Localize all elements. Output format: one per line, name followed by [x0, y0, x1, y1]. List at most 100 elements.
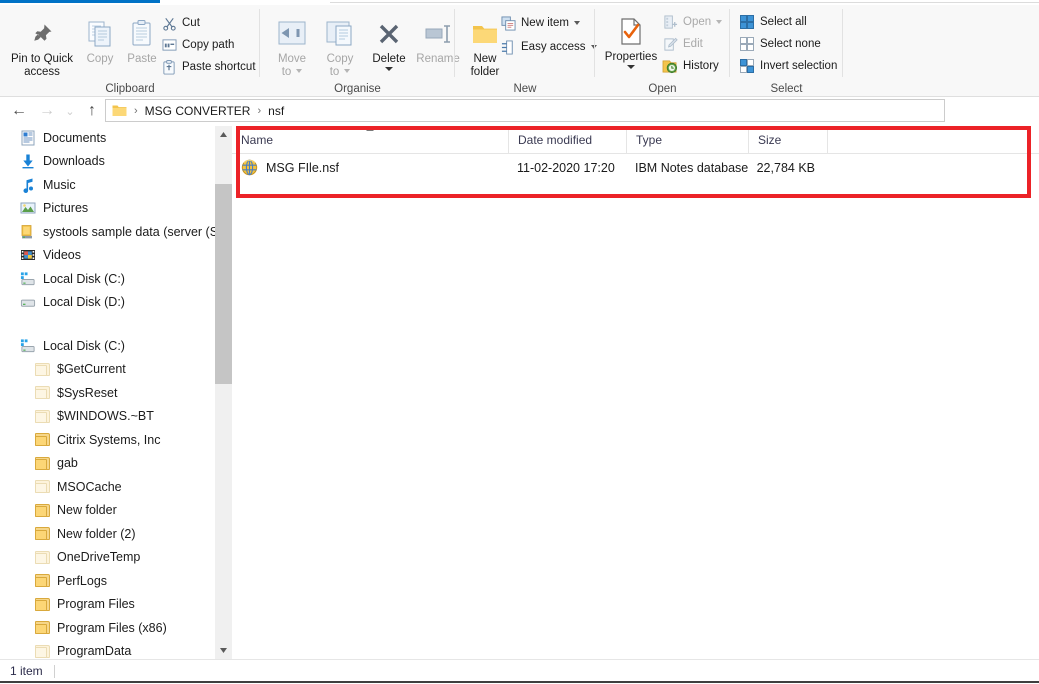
- sidebar-item-new-folder[interactable]: New folder: [0, 499, 215, 523]
- column-header-row[interactable]: Name Date modified Type Size: [232, 126, 1039, 154]
- breadcrumb-item-1[interactable]: nsf: [266, 104, 286, 118]
- paste-label: Paste: [127, 53, 157, 65]
- properties-label: Properties: [604, 51, 658, 63]
- scroll-down-arrow-icon[interactable]: [215, 642, 232, 659]
- folder-pale-icon: [34, 361, 50, 377]
- column-header-size[interactable]: Size: [748, 126, 827, 154]
- copy-path-button[interactable]: Copy path: [160, 37, 234, 53]
- easy-access-button[interactable]: Easy access: [499, 39, 597, 55]
- sidebar-item-programdata[interactable]: ProgramData: [0, 640, 215, 660]
- breadcrumb-item-0[interactable]: MSG CONVERTER: [143, 104, 253, 118]
- status-divider: [54, 665, 55, 678]
- column-header-date-modified[interactable]: Date modified: [508, 126, 626, 154]
- select-none-button[interactable]: Select none: [738, 36, 821, 52]
- easy-access-label: Easy access: [521, 41, 586, 53]
- folder-pale-icon: [34, 385, 50, 401]
- sidebar-item-pictures[interactable]: Pictures: [0, 197, 215, 221]
- file-name-label: MSG FIle.nsf: [266, 160, 339, 175]
- folder-pale-icon: [34, 408, 50, 424]
- select-all-button[interactable]: Select all: [738, 14, 807, 30]
- new-item-caret-icon[interactable]: [573, 21, 580, 25]
- sidebar-item-local-disk-d[interactable]: Local Disk (D:): [0, 291, 215, 315]
- forward-button[interactable]: →: [37, 101, 57, 121]
- file-row[interactable]: MSG FIle.nsf 11-02-2020 17:20 IBM Notes da…: [232, 154, 1039, 181]
- pin-to-quick-access-button[interactable]: Pin to Quick access: [8, 17, 76, 78]
- delete-dropdown-caret[interactable]: [385, 66, 393, 71]
- sidebar-item-onedrivetemp[interactable]: OneDriveTemp: [0, 546, 215, 570]
- sidebar-item-gab[interactable]: gab: [0, 452, 215, 476]
- tab-home-active-indicator[interactable]: [0, 0, 160, 3]
- new-item-button[interactable]: New item: [499, 15, 580, 31]
- file-name-cell[interactable]: MSG FIle.nsf: [241, 154, 339, 181]
- file-rows-container[interactable]: MSG FIle.nsf 11-02-2020 17:20 IBM Notes da…: [232, 154, 1039, 181]
- copy-to-icon: [324, 17, 356, 51]
- ribbon-group-clipboard: Pin to Quick access Copy Paste Cut Copy …: [0, 5, 260, 97]
- file-type-cell: IBM Notes database: [635, 154, 748, 181]
- back-button[interactable]: ←: [9, 101, 29, 121]
- select-all-icon: [738, 14, 756, 30]
- select-all-label: Select all: [760, 16, 807, 28]
- sidebar-item-label: New folder: [57, 503, 117, 518]
- nsf-database-icon: [241, 159, 258, 176]
- invert-selection-icon: [738, 58, 756, 74]
- column-header-type[interactable]: Type: [626, 126, 748, 154]
- sidebar-item-systools-sample-data-server-st[interactable]: systools sample data (server (ST: [0, 220, 215, 244]
- navigation-pane[interactable]: Documents Downloads Music Pictures systools …: [0, 126, 215, 659]
- open-button[interactable]: Open: [661, 14, 723, 30]
- up-button[interactable]: ↑: [82, 101, 102, 121]
- sidebar-item-msocache[interactable]: MSOCache: [0, 475, 215, 499]
- sidebar-item-program-files[interactable]: Program Files: [0, 593, 215, 617]
- folder-icon: [34, 432, 50, 448]
- scroll-up-arrow-icon[interactable]: [215, 126, 232, 143]
- column-header-name[interactable]: Name: [232, 126, 508, 154]
- sidebar-item-label: Local Disk (C:): [43, 338, 125, 353]
- item-count-label: 1 item: [10, 664, 43, 678]
- sidebar-item-citrix-systems-inc[interactable]: Citrix Systems, Inc: [0, 428, 215, 452]
- ribbon-group-open: Properties Open Edit History Open: [595, 5, 730, 97]
- edit-button[interactable]: Edit: [661, 36, 703, 52]
- navigation-pane-scrollbar[interactable]: [215, 126, 232, 659]
- sidebar-item-music[interactable]: Music: [0, 173, 215, 197]
- system-drive-icon: [20, 338, 36, 354]
- recent-locations-button[interactable]: ⌄: [60, 101, 80, 121]
- column-header-label: Type: [636, 133, 663, 147]
- sidebar-item-videos[interactable]: Videos: [0, 244, 215, 268]
- scissors-icon: [160, 15, 178, 31]
- drive-icon: [20, 294, 36, 310]
- sidebar-item-program-files-x86[interactable]: Program Files (x86): [0, 616, 215, 640]
- properties-button[interactable]: Properties: [600, 15, 662, 69]
- sidebar-item-windows-bt[interactable]: $WINDOWS.~BT: [0, 405, 215, 429]
- properties-dropdown-caret[interactable]: [627, 64, 635, 69]
- sidebar-item-downloads[interactable]: Downloads: [0, 150, 215, 174]
- sidebar-item-perflogs[interactable]: PerfLogs: [0, 569, 215, 593]
- paste-shortcut-button[interactable]: Paste shortcut: [160, 59, 256, 75]
- new-folder-icon: [471, 17, 499, 51]
- sidebar-item-label: $WINDOWS.~BT: [57, 409, 154, 424]
- invert-selection-button[interactable]: Invert selection: [738, 58, 837, 74]
- history-icon: [661, 58, 679, 74]
- sidebar-item-local-disk-c[interactable]: Local Disk (C:): [0, 334, 215, 358]
- sidebar-item-getcurrent[interactable]: $GetCurrent: [0, 358, 215, 382]
- new-item-label: New item: [521, 17, 569, 29]
- scrollbar-thumb[interactable]: [215, 184, 232, 384]
- sidebar-item-sysreset[interactable]: $SysReset: [0, 381, 215, 405]
- paste-button[interactable]: Paste: [118, 17, 166, 66]
- sidebar-item-local-disk-c[interactable]: Local Disk (C:): [0, 267, 215, 291]
- history-button[interactable]: History: [661, 58, 719, 74]
- copy-to-button[interactable]: Copy to: [316, 17, 364, 78]
- system-drive-icon: [20, 271, 36, 287]
- file-list-pane[interactable]: Name Date modified Type Size MSG FIle.nsf 11…: [232, 126, 1039, 659]
- address-path-field[interactable]: › MSG CONVERTER › nsf: [105, 99, 945, 122]
- delete-button[interactable]: Delete: [364, 17, 414, 71]
- folder-pale-icon: [34, 479, 50, 495]
- sidebar-item-label: ProgramData: [57, 644, 132, 659]
- copy-button[interactable]: Copy: [76, 17, 124, 66]
- move-to-button[interactable]: Move to: [268, 17, 316, 78]
- paste-shortcut-icon: [160, 59, 178, 75]
- sidebar-item-new-folder-2[interactable]: New folder (2): [0, 522, 215, 546]
- open-caret-icon[interactable]: [716, 20, 723, 24]
- cut-button[interactable]: Cut: [160, 15, 200, 31]
- select-none-label: Select none: [760, 38, 821, 50]
- address-bar: ← → ⌄ ↑ › MSG CONVERTER › nsf: [0, 98, 1039, 124]
- sidebar-item-documents[interactable]: Documents: [0, 126, 215, 150]
